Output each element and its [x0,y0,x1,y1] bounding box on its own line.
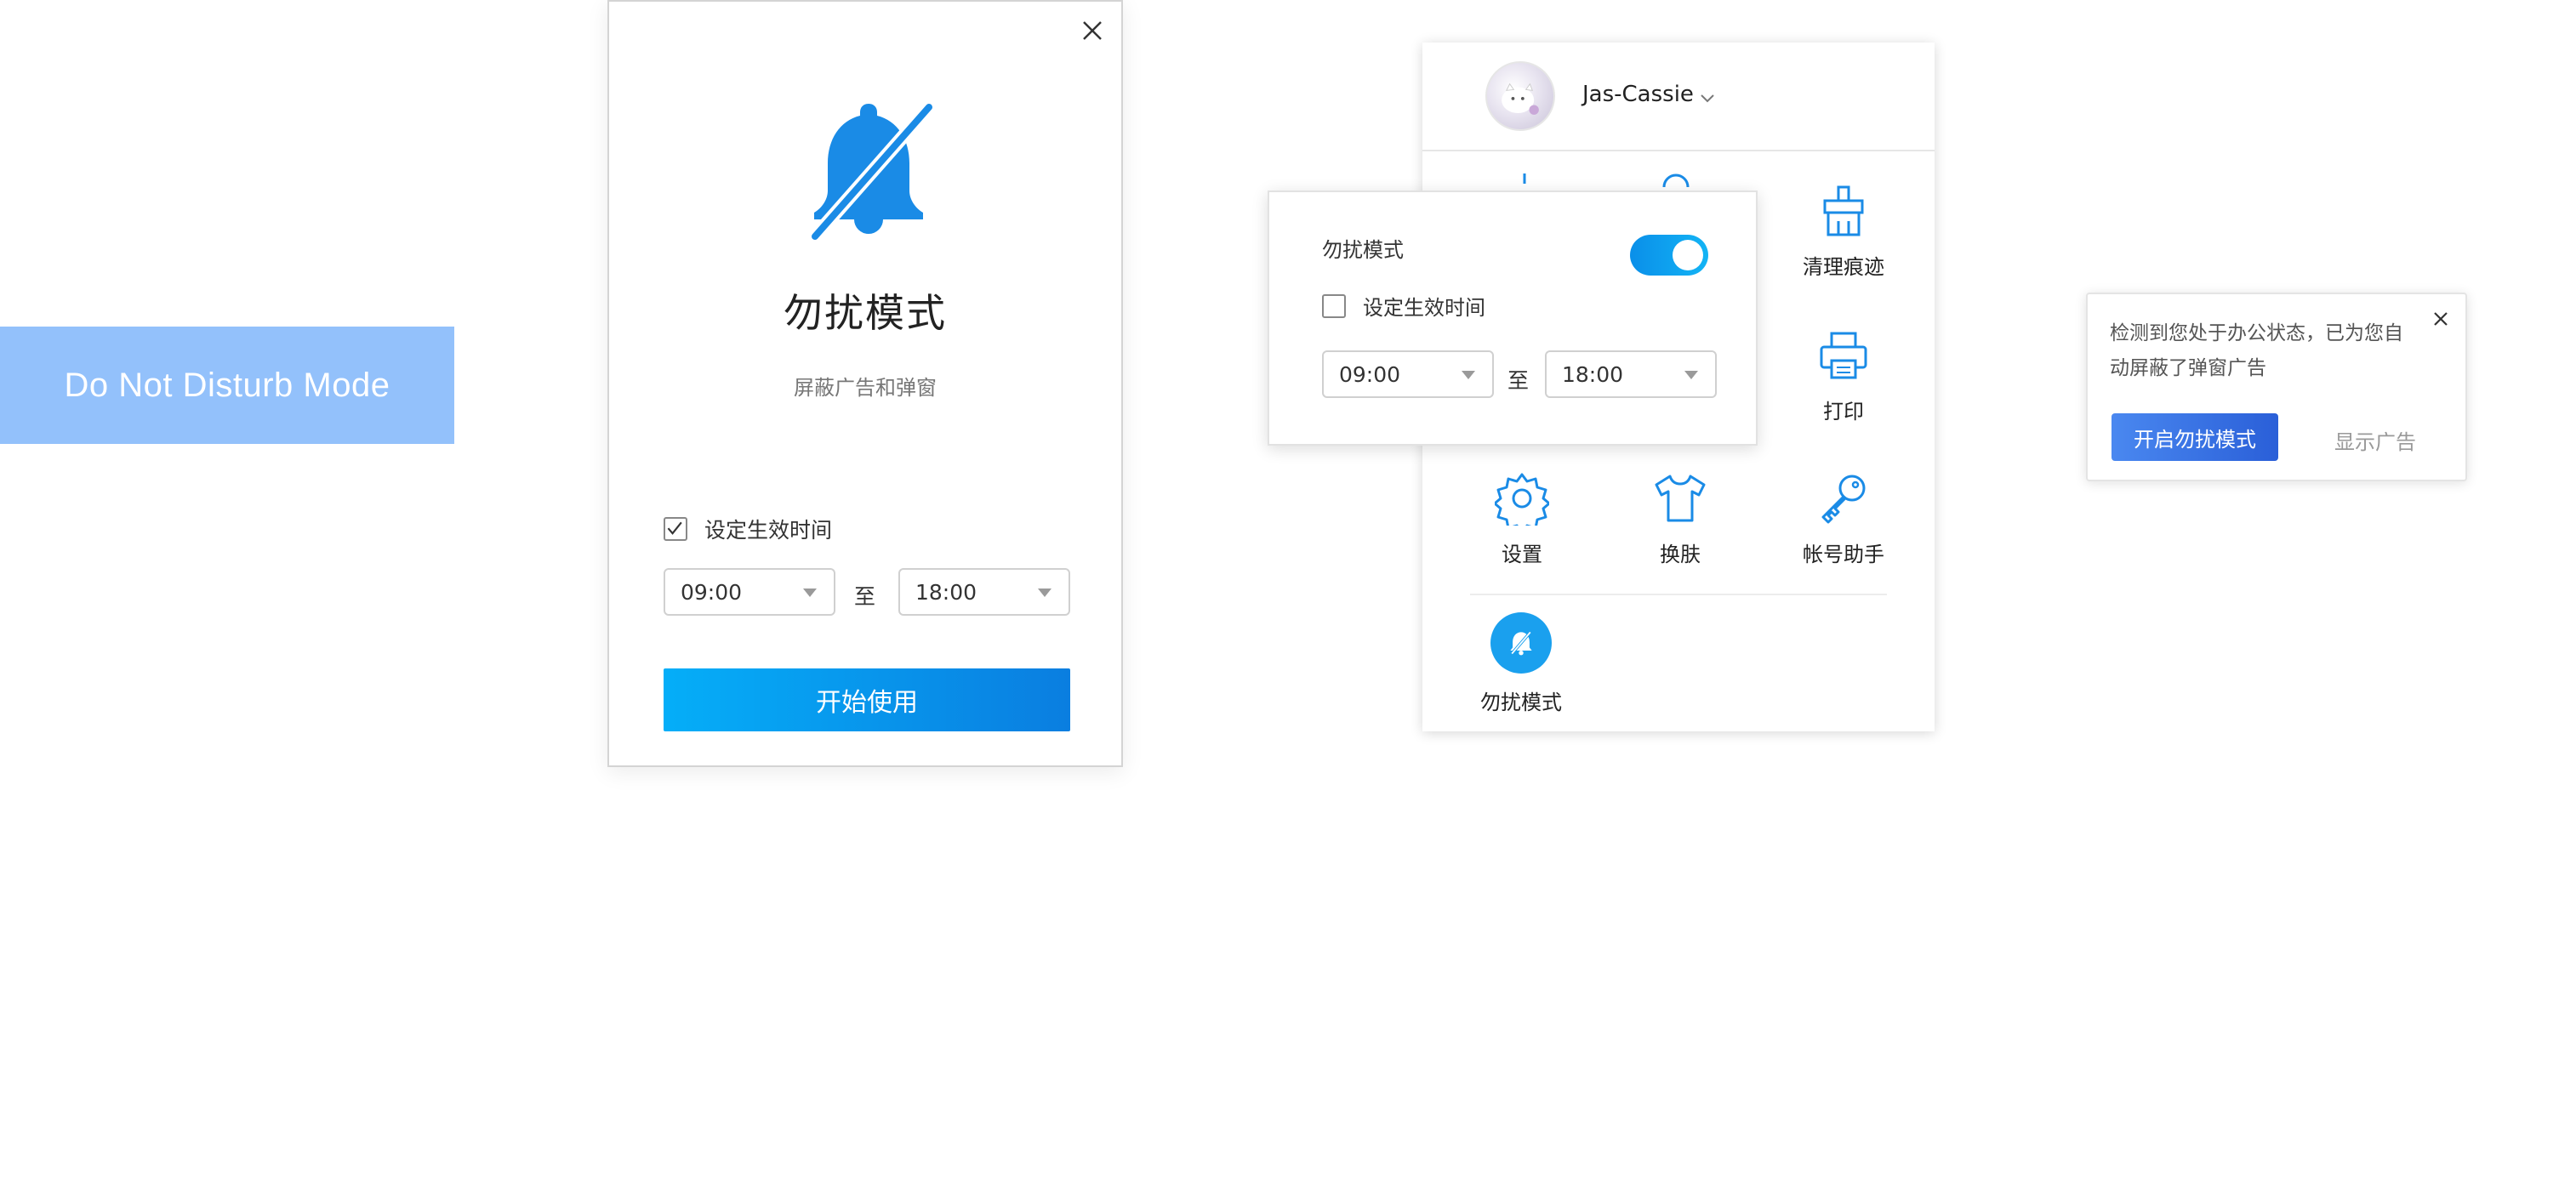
avatar[interactable] [1485,61,1555,131]
start-using-button[interactable]: 开始使用 [664,668,1070,731]
end-time-value: 18:00 [915,579,977,605]
partial-icon [1662,173,1690,187]
caret-down-icon [1684,371,1698,379]
effective-time-label: 设定生效时间 [704,518,833,543]
effective-time-checkbox[interactable] [664,517,687,541]
end-time-value: 18:00 [1562,361,1624,387]
partial-icon [1523,173,1526,184]
grid-item-account-assistant[interactable]: 帐号助手 [1780,471,1907,582]
broom-icon [1823,185,1864,236]
notification-message: 检测到您处于办公状态，已为您自动屏蔽了弹窗广告 [2110,322,2403,379]
caret-down-icon [803,588,817,597]
grid-item-label: 换肤 [1660,543,1701,566]
bell-off-icon [809,102,935,242]
dnd-settings-popover: 勿扰模式 设定生效时间 09:00 至 18:00 [1268,190,1758,446]
time-range-separator: 至 [854,584,876,609]
divider [1422,150,1935,151]
end-time-select[interactable]: 18:00 [1545,350,1717,398]
office-mode-notification: 检测到您处于办公状态，已为您自动屏蔽了弹窗广告 开启勿扰模式 显示广告 [2086,293,2467,481]
shirt-icon [1655,475,1706,522]
grid-item-label: 清理痕迹 [1803,255,1884,279]
grid-item-clear-traces[interactable]: 清理痕迹 [1780,184,1907,294]
grid-item-label: 帐号助手 [1803,543,1884,566]
feature-title-banner: Do Not Disturb Mode [0,327,454,444]
dialog-title: 勿扰模式 [784,290,947,336]
grid-item-label: 打印 [1823,400,1864,424]
grid-item-label: 设置 [1502,543,1542,566]
start-time-value: 09:00 [1339,361,1401,387]
start-time-select[interactable]: 09:00 [664,568,835,616]
start-time-value: 09:00 [681,579,743,605]
grid-item-print[interactable]: 打印 [1780,328,1907,439]
divider [1470,594,1887,595]
effective-time-checkbox[interactable] [1322,294,1346,318]
enable-dnd-button[interactable]: 开启勿扰模式 [2112,413,2278,461]
dnd-mode-button[interactable] [1490,612,1552,674]
start-time-select[interactable]: 09:00 [1322,350,1494,398]
popover-title: 勿扰模式 [1322,238,1404,262]
dnd-dialog: 勿扰模式 屏蔽广告和弹窗 设定生效时间 09:00 至 18:00 开始使用 [607,0,1123,767]
caret-down-icon [1038,588,1051,597]
dialog-subtitle: 屏蔽广告和弹窗 [794,376,937,400]
caret-down-icon [1462,371,1475,379]
checkmark-icon [667,521,682,535]
grid-item-settings[interactable]: 设置 [1458,471,1586,582]
effective-time-label: 设定生效时间 [1363,296,1485,320]
close-icon[interactable] [2430,308,2452,330]
end-time-select[interactable]: 18:00 [898,568,1070,616]
key-icon [1821,475,1866,524]
bell-off-icon [1510,631,1532,656]
grid-item-skin[interactable]: 换肤 [1616,471,1744,582]
printer-icon [1820,332,1867,379]
username[interactable]: Jas-Cassie [1582,82,1694,107]
toggle-knob [1673,240,1703,270]
show-ads-link[interactable]: 显示广告 [2334,425,2416,455]
dnd-mode-label: 勿扰模式 [1480,691,1562,714]
gear-icon [1495,473,1549,526]
time-range-separator: 至 [1507,368,1530,393]
cat-avatar-icon [1502,82,1539,115]
dnd-toggle[interactable] [1630,235,1708,276]
close-icon[interactable] [1077,15,1108,46]
chevron-down-icon[interactable] [1698,88,1717,107]
